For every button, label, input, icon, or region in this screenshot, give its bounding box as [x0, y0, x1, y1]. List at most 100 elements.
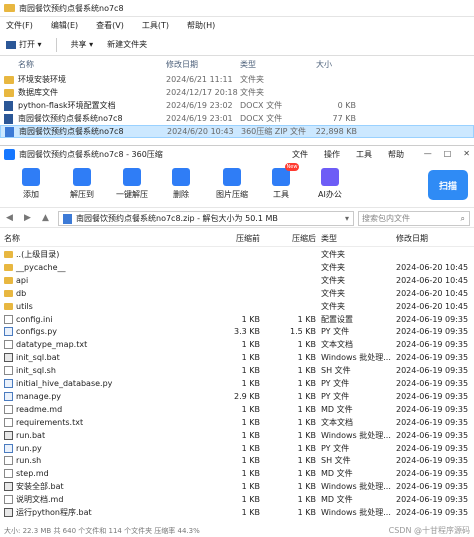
menu-view[interactable]: 查看(V) [96, 20, 124, 31]
close-button[interactable]: ✕ [463, 149, 470, 158]
menu-help[interactable]: 帮助(H) [187, 20, 215, 31]
delete-button[interactable]: 删除 [172, 168, 190, 200]
compressed-size: 1 KB [241, 404, 260, 414]
modified-date: 2024-06-20 10:45 [396, 262, 469, 272]
scan-button[interactable]: 扫描 [428, 170, 468, 200]
list-item-selected[interactable]: 南园餐饮预约点餐系统no7c8 2024/6/20 10:43 360压缩 ZI… [0, 125, 474, 138]
packed-size: 1.5 KB [290, 327, 316, 337]
compressed-size: 1 KB [241, 430, 260, 440]
column-modified[interactable]: 修改日期 [166, 59, 198, 70]
modified-date: 2024-06-19 09:35 [396, 508, 469, 517]
file-name: run.py [16, 443, 42, 453]
list-item[interactable]: python-flask环境配置文档 2024/6/19 23:02 DOCX … [0, 99, 474, 112]
extract-icon [73, 168, 91, 186]
table-row[interactable]: 安装全部.bat 1 KB 1 KB Windows 批处理... 2024-06-19… [0, 480, 474, 493]
file-type: MD 文件 [321, 495, 353, 505]
packed-size: 1 KB [297, 404, 316, 414]
table-row[interactable]: requirements.txt 1 KB 1 KB 文本文档 2024-06-19 0… [0, 416, 474, 429]
table-row[interactable]: readme.md 1 KB 1 KB MD 文件 2024-06-19 09:35 [0, 403, 474, 416]
python-file-icon [4, 391, 13, 401]
file-name: config.ini [16, 314, 53, 324]
file-name: api [16, 275, 29, 285]
table-row[interactable]: ..(上级目录) 文件夹 [0, 248, 474, 261]
table-row[interactable]: api 文件夹 2024-06-20 10:45 [0, 274, 474, 287]
zip-column-header: 名称 压缩前 压缩后 类型 修改日期 [0, 233, 474, 247]
list-item[interactable]: 南园餐饮预约点餐系统no7c8 2024/6/19 23:01 DOCX 文件 … [0, 112, 474, 125]
column-type[interactable]: 类型 [240, 59, 256, 70]
menu-file[interactable]: 文件(F) [6, 20, 33, 31]
table-row[interactable]: db 文件夹 2024-06-20 10:45 [0, 287, 474, 300]
column-name[interactable]: 名称 [4, 233, 20, 244]
search-input[interactable]: 搜索包内文件 ⌕ [358, 211, 470, 226]
extract-to-button[interactable]: 解压到 [70, 168, 94, 200]
file-icon [4, 456, 13, 466]
tools-button[interactable]: 工具 [272, 168, 290, 200]
up-arrow-icon[interactable]: ▲ [42, 213, 54, 223]
new-badge: New [285, 163, 299, 171]
one-click-extract-button[interactable]: 一键解压 [116, 168, 148, 200]
file-icon [4, 314, 13, 324]
column-size[interactable]: 大小 [316, 59, 332, 70]
list-item[interactable]: 数据库文件 2024/12/17 20:18 文件夹 [0, 86, 474, 99]
chevron-down-icon[interactable]: ▾ [345, 214, 349, 223]
table-row[interactable]: run.bat 1 KB 1 KB Windows 批处理... 2024-06-19 … [0, 429, 474, 442]
forward-arrow-icon[interactable]: ▶ [24, 213, 36, 223]
table-row[interactable]: utils 文件夹 2024-06-20 10:45 [0, 300, 474, 313]
zip-menu-help[interactable]: 帮助 [388, 149, 404, 160]
compressed-size: 3.3 KB [234, 327, 260, 337]
table-row[interactable]: run.py 1 KB 1 KB PY 文件 2024-06-19 09:35 [0, 442, 474, 455]
file-type: PY 文件 [321, 327, 350, 337]
back-arrow-icon[interactable]: ◀ [6, 213, 18, 223]
table-row[interactable]: init_sql.bat 1 KB 1 KB Windows 批处理... 2024-0… [0, 351, 474, 364]
word-doc-icon [4, 113, 13, 124]
path-bar[interactable]: 南园餐饮预约点餐系统no7c8.zip - 解包大小为 50.1 MB ▾ [58, 211, 354, 226]
share-button[interactable]: 共享 ▾ [71, 39, 94, 50]
file-type: PY 文件 [321, 443, 350, 453]
column-packed[interactable]: 压缩后 [260, 233, 316, 244]
image-compress-button[interactable]: 图片压缩 [216, 168, 248, 200]
column-compressed[interactable]: 压缩前 [214, 233, 260, 244]
column-type[interactable]: 类型 [321, 233, 337, 244]
open-button[interactable]: 打开 ▾ [6, 39, 42, 50]
ai-office-button[interactable]: AI办公 [318, 168, 342, 200]
modified-date: 2024-06-19 09:35 [396, 443, 469, 453]
table-row[interactable]: config.ini 1 KB 1 KB 配置设置 2024-06-19 09:35 [0, 313, 474, 326]
zip-title: 南园餐饮预约点餐系统no7c8 - 360压缩 [19, 149, 163, 159]
file-type: SH 文件 [321, 366, 351, 376]
modified-date: 2024-06-19 09:35 [396, 482, 469, 492]
menu-edit[interactable]: 编辑(E) [51, 20, 78, 31]
new-folder-button[interactable]: 新建文件夹 [107, 39, 147, 50]
file-name: init_sql.bat [16, 353, 60, 363]
folder-icon [4, 263, 13, 271]
file-type: 文件夹 [321, 288, 345, 298]
table-row[interactable]: configs.py 3.3 KB 1.5 KB PY 文件 2024-06-19 09… [0, 325, 474, 338]
table-row[interactable]: 运行python程序.bat 1 KB 1 KB Windows 批处理... 2024… [0, 506, 474, 519]
add-button[interactable]: 添加 [22, 168, 40, 200]
table-row[interactable]: initial_hive_database.py 1 KB 1 KB PY 文件 202… [0, 377, 474, 390]
table-row[interactable]: datatype_map.txt 1 KB 1 KB 文本文档 2024-06-19 0… [0, 338, 474, 351]
column-modified[interactable]: 修改日期 [396, 233, 428, 244]
file-type: 文本文档 [321, 417, 353, 427]
table-row[interactable]: init_sql.sh 1 KB 1 KB SH 文件 2024-06-19 09:35 [0, 364, 474, 377]
zip-title-bar: 南园餐饮预约点餐系统no7c8 - 360压缩 文件 操作 工具 帮助 — □ … [0, 145, 474, 162]
zip-menu-action[interactable]: 操作 [324, 149, 340, 160]
explorer-menu-bar: 文件(F) 编辑(E) 查看(V) 工具(T) 帮助(H) [0, 17, 474, 33]
table-row[interactable]: __pycache__ 文件夹 2024-06-20 10:45 [0, 261, 474, 274]
table-row[interactable]: run.sh 1 KB 1 KB SH 文件 2024-06-19 09:35 [0, 454, 474, 467]
search-icon[interactable]: ⌕ [461, 214, 465, 224]
list-item[interactable]: 环境安装环境 2024/6/21 11:11 文件夹 [0, 73, 474, 86]
file-name: initial_hive_database.py [16, 379, 113, 388]
minimize-button[interactable]: — [424, 149, 432, 158]
menu-tools[interactable]: 工具(T) [142, 20, 169, 31]
zip-menu-file[interactable]: 文件 [292, 149, 308, 160]
modified-date: 2024-06-20 10:45 [396, 288, 469, 298]
zip-menu-tools[interactable]: 工具 [356, 149, 372, 160]
compressed-size: 1 KB [241, 366, 260, 376]
column-name[interactable]: 名称 [18, 59, 34, 70]
table-row[interactable]: 说明文档.md 1 KB 1 KB MD 文件 2024-06-19 09:35 [0, 493, 474, 506]
maximize-button[interactable]: □ [444, 149, 452, 158]
batch-file-icon [4, 508, 13, 517]
table-row[interactable]: step.md 1 KB 1 KB MD 文件 2024-06-19 09:35 [0, 467, 474, 480]
packed-size: 1 KB [297, 443, 316, 453]
table-row[interactable]: manage.py 2.9 KB 1 KB PY 文件 2024-06-19 09:35 [0, 390, 474, 403]
